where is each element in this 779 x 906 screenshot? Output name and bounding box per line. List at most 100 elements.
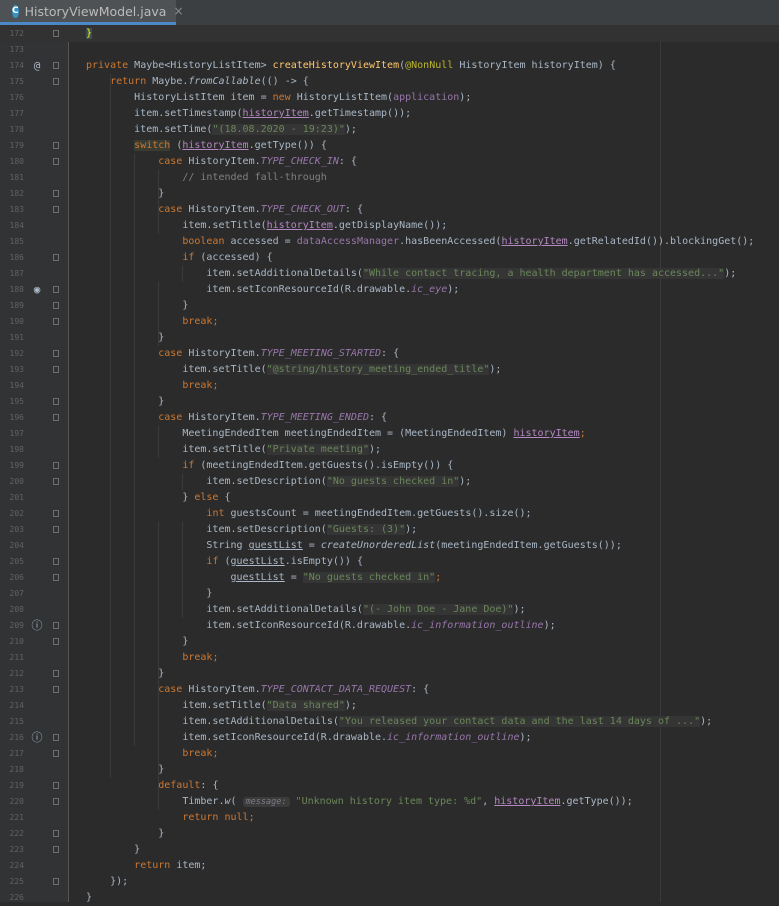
fold-icon[interactable] [53, 190, 59, 197]
code-token: new [272, 92, 297, 103]
fold-icon[interactable] [53, 366, 59, 373]
code-line[interactable]: 187 item.setAdditionalDetails("While con… [0, 266, 779, 282]
code-line[interactable]: 199 if (meetingEndedItem.getGuests().isE… [0, 458, 779, 474]
fold-icon[interactable] [53, 526, 59, 533]
code-line[interactable]: 174 @ private Maybe<HistoryListItem> creat… [0, 58, 779, 74]
code-line[interactable]: 224 return item; [0, 858, 779, 874]
fold-icon[interactable] [53, 878, 59, 885]
code-line[interactable]: 195 } [0, 394, 779, 410]
code-line[interactable]: 226} [0, 890, 779, 906]
fold-icon[interactable] [53, 686, 59, 693]
code-line[interactable]: 202 int guestsCount = meetingEndedItem.g… [0, 506, 779, 522]
code-line[interactable]: 173 [0, 42, 779, 58]
code-line[interactable]: 203 item.setDescription("Guests: (3)"); [0, 522, 779, 538]
code-line[interactable]: 178 item.setTime("(18.08.2020 - 19:23)")… [0, 122, 779, 138]
fold-icon[interactable] [53, 302, 59, 309]
fold-icon[interactable] [53, 558, 59, 565]
code-text: } [86, 634, 188, 650]
code-line[interactable]: 212 } [0, 666, 779, 682]
line-number: 223 [9, 845, 24, 854]
code-line[interactable]: 209 ⓘ item.setIconResourceId(R.drawable.i… [0, 618, 779, 634]
override-icon[interactable]: @ [29, 58, 45, 74]
tab-historyviewmodel[interactable]: C HistoryViewModel.java × [0, 0, 184, 25]
fold-icon[interactable] [53, 750, 59, 757]
fold-icon[interactable] [53, 478, 59, 485]
code-line[interactable]: 197 MeetingEndedItem meetingEndedItem = … [0, 426, 779, 442]
fold-icon[interactable] [53, 142, 59, 149]
code-line[interactable]: 216 ⓘ item.setIconResourceId(R.drawable.i… [0, 730, 779, 746]
code-line[interactable]: 196 case HistoryItem.TYPE_MEETING_ENDED:… [0, 410, 779, 426]
code-line[interactable]: 225 }); [0, 874, 779, 890]
code-line[interactable]: 194 break; [0, 378, 779, 394]
code-line[interactable]: 223 } [0, 842, 779, 858]
information-icon[interactable]: ⓘ [29, 730, 45, 746]
eye-icon[interactable]: ◉ [29, 282, 45, 298]
code-line[interactable]: 217 break; [0, 746, 779, 762]
code-line[interactable]: 206 guestList = "No guests checked in"; [0, 570, 779, 586]
fold-icon[interactable] [53, 414, 59, 421]
fold-icon[interactable] [53, 318, 59, 325]
code-line[interactable]: 179 switch (historyItem.getType()) { [0, 138, 779, 154]
line-number: 174 [9, 61, 24, 70]
code-token: ic_information_outline [411, 620, 544, 631]
code-line[interactable]: 186 if (accessed) { [0, 250, 779, 266]
code-line[interactable]: 176 HistoryListItem item = new HistoryLi… [0, 90, 779, 106]
code-token: guestList [230, 556, 285, 567]
code-line[interactable]: 215 item.setAdditionalDetails("You relea… [0, 714, 779, 730]
code-line[interactable]: 222 } [0, 826, 779, 842]
code-line[interactable]: 201 } else { [0, 490, 779, 506]
fold-icon[interactable] [53, 30, 59, 37]
code-line[interactable]: 204 String guestList = createUnorderedLi… [0, 538, 779, 554]
code-line[interactable]: 191 } [0, 330, 779, 346]
code-line[interactable]: 185 boolean accessed = dataAccessManager… [0, 234, 779, 250]
code-line[interactable]: 220 Timber.w( message: "Unknown history … [0, 794, 779, 810]
fold-icon[interactable] [53, 638, 59, 645]
code-line[interactable]: 208 item.setAdditionalDetails("(- John D… [0, 602, 779, 618]
code-line[interactable]: 177 item.setTimestamp(historyItem.getTim… [0, 106, 779, 122]
close-icon[interactable]: × [173, 4, 183, 18]
code-line[interactable]: 188 ◉ item.setIconResourceId(R.drawable.i… [0, 282, 779, 298]
code-line[interactable]: 211 break; [0, 650, 779, 666]
fold-icon[interactable] [53, 398, 59, 405]
code-line[interactable]: 198 item.setTitle("Private meeting"); [0, 442, 779, 458]
fold-icon[interactable] [53, 830, 59, 837]
code-line[interactable]: 184 item.setTitle(historyItem.getDisplay… [0, 218, 779, 234]
fold-icon[interactable] [53, 62, 59, 69]
fold-icon[interactable] [53, 574, 59, 581]
code-line[interactable]: 218 } [0, 762, 779, 778]
fold-icon[interactable] [53, 510, 59, 517]
code-line[interactable]: 172} [0, 26, 779, 42]
code-line[interactable]: 182 } [0, 186, 779, 202]
code-line[interactable]: 190 break; [0, 314, 779, 330]
code-line[interactable]: 210 } [0, 634, 779, 650]
fold-icon[interactable] [53, 622, 59, 629]
fold-icon[interactable] [53, 206, 59, 213]
information-icon[interactable]: ⓘ [29, 618, 45, 634]
fold-icon[interactable] [53, 350, 59, 357]
code-line[interactable]: 183 case HistoryItem.TYPE_CHECK_OUT: { [0, 202, 779, 218]
fold-icon[interactable] [53, 846, 59, 853]
fold-icon[interactable] [53, 670, 59, 677]
fold-icon[interactable] [53, 782, 59, 789]
fold-icon[interactable] [53, 462, 59, 469]
code-line[interactable]: 200 item.setDescription("No guests check… [0, 474, 779, 490]
code-line[interactable]: 221 return null; [0, 810, 779, 826]
code-line[interactable]: 175 return Maybe.fromCallable(() -> { [0, 74, 779, 90]
code-token: historyItem [513, 428, 580, 439]
code-line[interactable]: 214 item.setTitle("Data shared"); [0, 698, 779, 714]
fold-icon[interactable] [53, 798, 59, 805]
code-line[interactable]: 219 default: { [0, 778, 779, 794]
code-line[interactable]: 181 // intended fall-through [0, 170, 779, 186]
fold-icon[interactable] [53, 158, 59, 165]
fold-icon[interactable] [53, 286, 59, 293]
fold-icon[interactable] [53, 254, 59, 261]
code-line[interactable]: 205 if (guestList.isEmpty()) { [0, 554, 779, 570]
code-line[interactable]: 180 case HistoryItem.TYPE_CHECK_IN: { [0, 154, 779, 170]
code-line[interactable]: 189 } [0, 298, 779, 314]
fold-icon[interactable] [53, 78, 59, 85]
code-line[interactable]: 207 } [0, 586, 779, 602]
code-line[interactable]: 193 item.setTitle("@string/history_meeti… [0, 362, 779, 378]
code-line[interactable]: 213 case HistoryItem.TYPE_CONTACT_DATA_R… [0, 682, 779, 698]
fold-icon[interactable] [53, 734, 59, 741]
code-line[interactable]: 192 case HistoryItem.TYPE_MEETING_STARTE… [0, 346, 779, 362]
